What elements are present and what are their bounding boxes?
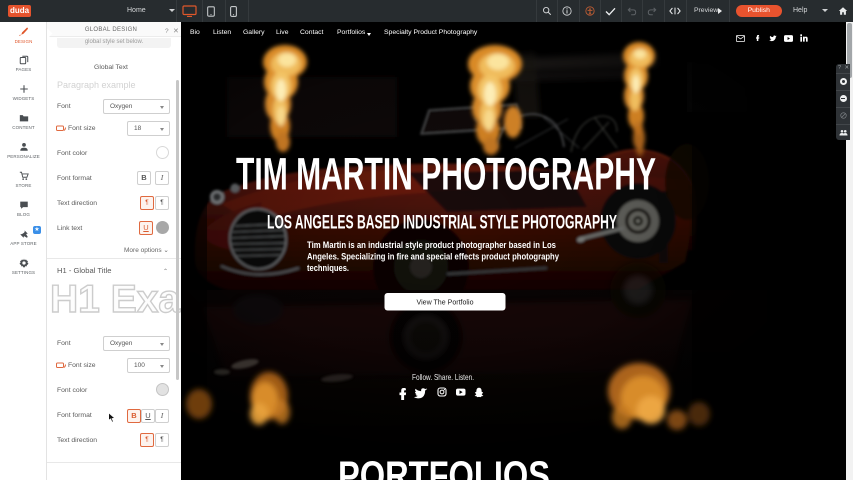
svg-text:View The Portfolio: View The Portfolio: [417, 298, 474, 307]
svg-text:PORTFOLIOS: PORTFOLIOS: [338, 454, 550, 480]
svg-text:LOS ANGELES BASED INDUSTRIAL S: LOS ANGELES BASED INDUSTRIAL STYLE PHOTO…: [267, 212, 617, 234]
svg-text:TIM MARTIN PHOTOGRAPHY: TIM MARTIN PHOTOGRAPHY: [236, 149, 656, 200]
svg-text:techniques.: techniques.: [307, 263, 349, 274]
svg-text:Angeles. Specializing in fire: Angeles. Specializing in fire and specia…: [307, 252, 560, 263]
svg-text:Tim Martin is an industrial st: Tim Martin is an industrial style produc…: [307, 240, 556, 251]
svg-text:Follow. Share. Listen.: Follow. Share. Listen.: [412, 372, 474, 382]
